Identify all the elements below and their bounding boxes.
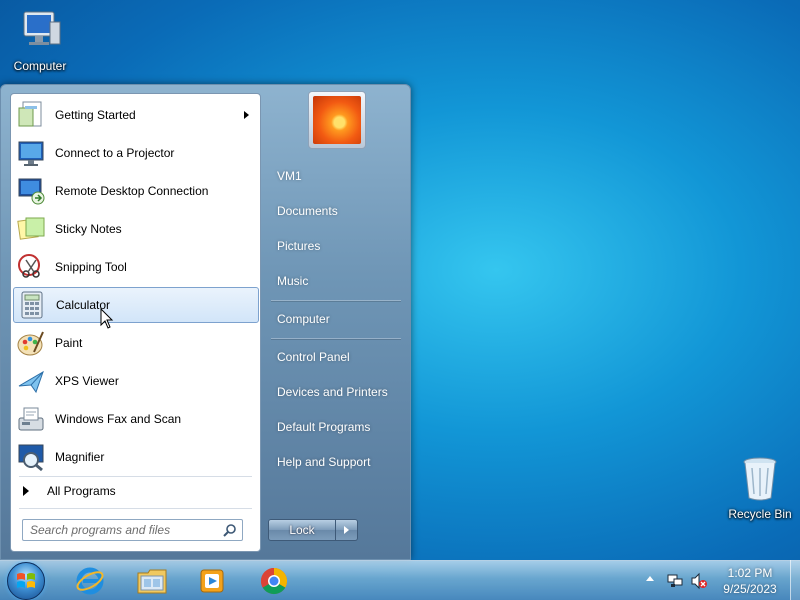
all-programs-label: All Programs	[47, 484, 116, 498]
program-connect-to-projector[interactable]: Connect to a Projector	[13, 135, 259, 171]
right-item-label: Devices and Printers	[277, 385, 388, 399]
all-programs-button[interactable]: All Programs	[15, 480, 255, 502]
right-item-label: Default Programs	[277, 420, 371, 434]
desktop-icon-recycle-bin[interactable]: Recycle Bin	[724, 454, 796, 521]
mouse-cursor-icon	[100, 308, 114, 329]
right-item-documents[interactable]: Documents	[269, 198, 405, 224]
search-box[interactable]	[22, 519, 243, 541]
program-label: Magnifier	[55, 450, 105, 464]
taskbar-file-explorer[interactable]	[124, 563, 180, 599]
program-label: Sticky Notes	[55, 222, 122, 236]
right-item-pictures[interactable]: Pictures	[269, 233, 405, 259]
right-item-devices-and-printers[interactable]: Devices and Printers	[269, 379, 405, 405]
show-hidden-icons-chevron-up-icon[interactable]	[646, 576, 654, 581]
chevron-right-icon	[344, 526, 349, 534]
program-xps-viewer[interactable]: XPS Viewer	[13, 363, 259, 399]
lock-label: Lock	[289, 523, 315, 537]
program-label: Windows Fax and Scan	[55, 412, 182, 426]
submenu-arrow-icon[interactable]	[244, 111, 249, 119]
program-label: Getting Started	[55, 108, 136, 122]
program-sticky-notes[interactable]: Sticky Notes	[13, 211, 259, 247]
taskbar-chrome[interactable]	[246, 563, 302, 599]
program-label: XPS Viewer	[55, 374, 119, 388]
right-pane-separator	[271, 338, 401, 339]
programs-separator	[19, 476, 252, 477]
right-item-computer[interactable]: Computer	[269, 306, 405, 332]
right-item-control-panel[interactable]: Control Panel	[269, 344, 405, 370]
program-label: Remote Desktop Connection	[55, 184, 209, 198]
program-label: Paint	[55, 336, 83, 350]
search-input[interactable]	[30, 523, 220, 537]
chrome-icon	[260, 567, 288, 595]
search-separator	[19, 508, 252, 509]
clock-date: 9/25/2023	[723, 582, 777, 596]
projector-icon	[15, 137, 47, 169]
remote-desktop-icon	[15, 175, 47, 207]
start-button[interactable]	[7, 562, 45, 600]
lock-button[interactable]: Lock	[268, 519, 336, 541]
program-label: Connect to a Projector	[55, 146, 175, 160]
desktop-icon-label: Recycle Bin	[728, 507, 792, 521]
program-calculator[interactable]: Calculator	[13, 287, 259, 323]
right-item-label: Help and Support	[277, 455, 371, 469]
computer-icon	[23, 11, 61, 45]
internet-explorer-icon	[76, 567, 104, 595]
paint-palette-icon	[15, 327, 47, 359]
fax-icon	[15, 403, 47, 435]
right-item-music[interactable]: Music	[269, 268, 405, 294]
sticky-notes-icon	[15, 213, 47, 245]
program-label: Snipping Tool	[55, 260, 127, 274]
program-magnifier[interactable]: Magnifier	[13, 439, 259, 475]
scissors-icon	[15, 251, 47, 283]
recycle-bin-icon	[743, 457, 777, 501]
start-menu-programs-pane: Getting Started Connect to a Projector R…	[10, 93, 261, 552]
program-windows-fax-and-scan[interactable]: Windows Fax and Scan	[13, 401, 259, 437]
right-item-help-and-support[interactable]: Help and Support	[269, 449, 405, 475]
clock-time: 1:02 PM	[727, 566, 773, 580]
system-clock[interactable]: 1:02 PM 9/25/2023	[714, 565, 786, 597]
right-item-label: Documents	[277, 204, 338, 218]
user-picture[interactable]	[308, 91, 366, 149]
program-paint[interactable]: Paint	[13, 325, 259, 361]
right-item-label: Control Panel	[277, 350, 350, 364]
file-explorer-icon	[137, 569, 167, 594]
start-menu: Getting Started Connect to a Projector R…	[0, 84, 411, 560]
user-avatar	[313, 96, 361, 144]
show-desktop-button[interactable]	[790, 560, 800, 600]
right-item-label: Computer	[277, 312, 330, 326]
xps-viewer-icon	[15, 365, 47, 397]
media-player-icon	[200, 569, 224, 593]
right-item-label: VM1	[277, 169, 302, 183]
right-item-label: Music	[277, 274, 309, 288]
windows-logo-icon	[17, 573, 35, 588]
program-getting-started[interactable]: Getting Started	[13, 97, 259, 133]
desktop-icon-label: Computer	[13, 59, 67, 73]
calculator-icon	[16, 289, 48, 321]
taskbar: 1:02 PM 9/25/2023	[0, 560, 800, 600]
taskbar-media-player[interactable]	[184, 563, 240, 599]
network-icon[interactable]	[666, 573, 684, 589]
right-item-user[interactable]: VM1	[269, 163, 405, 189]
shutdown-options-button[interactable]	[336, 519, 358, 541]
right-pane-separator	[271, 300, 401, 301]
taskbar-internet-explorer[interactable]	[62, 563, 118, 599]
getting-started-icon	[15, 99, 47, 131]
program-remote-desktop-connection[interactable]: Remote Desktop Connection	[13, 173, 259, 209]
desktop-icon-computer[interactable]: Computer	[4, 8, 76, 73]
program-snipping-tool[interactable]: Snipping Tool	[13, 249, 259, 285]
volume-muted-icon[interactable]	[690, 572, 708, 590]
all-programs-arrow-icon	[23, 486, 29, 496]
right-item-default-programs[interactable]: Default Programs	[269, 414, 405, 440]
magnifier-icon	[15, 441, 47, 473]
right-item-label: Pictures	[277, 239, 321, 253]
search-icon[interactable]	[223, 523, 237, 540]
